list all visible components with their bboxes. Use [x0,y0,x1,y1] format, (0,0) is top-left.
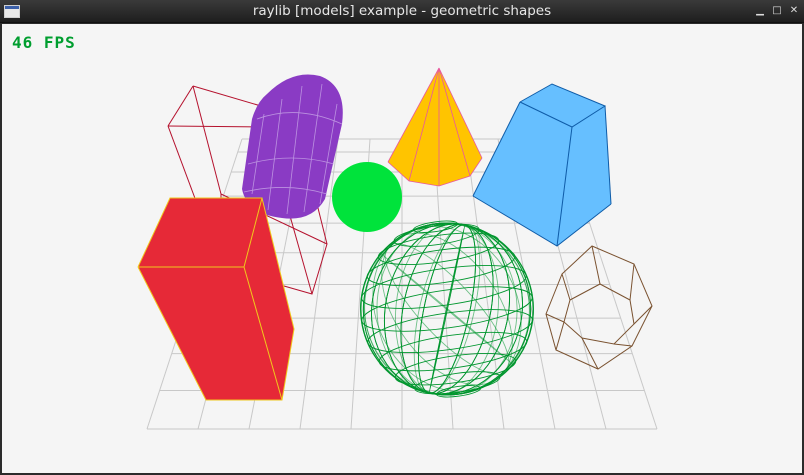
minimize-button[interactable]: ▁ [754,5,766,17]
cylinder-wires [545,245,653,370]
fps-counter: 46 FPS [12,33,76,52]
capsule-shape [242,74,343,219]
truncated-pyramid-shape [472,83,612,247]
render-canvas[interactable]: 46 FPS [2,24,802,473]
window-title: raylib [models] example - geometric shap… [252,3,552,19]
maximize-button[interactable]: □ [771,5,783,17]
cube-shape [137,197,295,401]
app-window: raylib [models] example - geometric shap… [0,0,804,475]
cone-shape [387,67,483,187]
scene-3d [137,67,658,430]
sphere-shape [332,162,402,232]
close-button[interactable]: ✕ [788,5,800,17]
title-bar[interactable]: raylib [models] example - geometric shap… [0,0,804,23]
